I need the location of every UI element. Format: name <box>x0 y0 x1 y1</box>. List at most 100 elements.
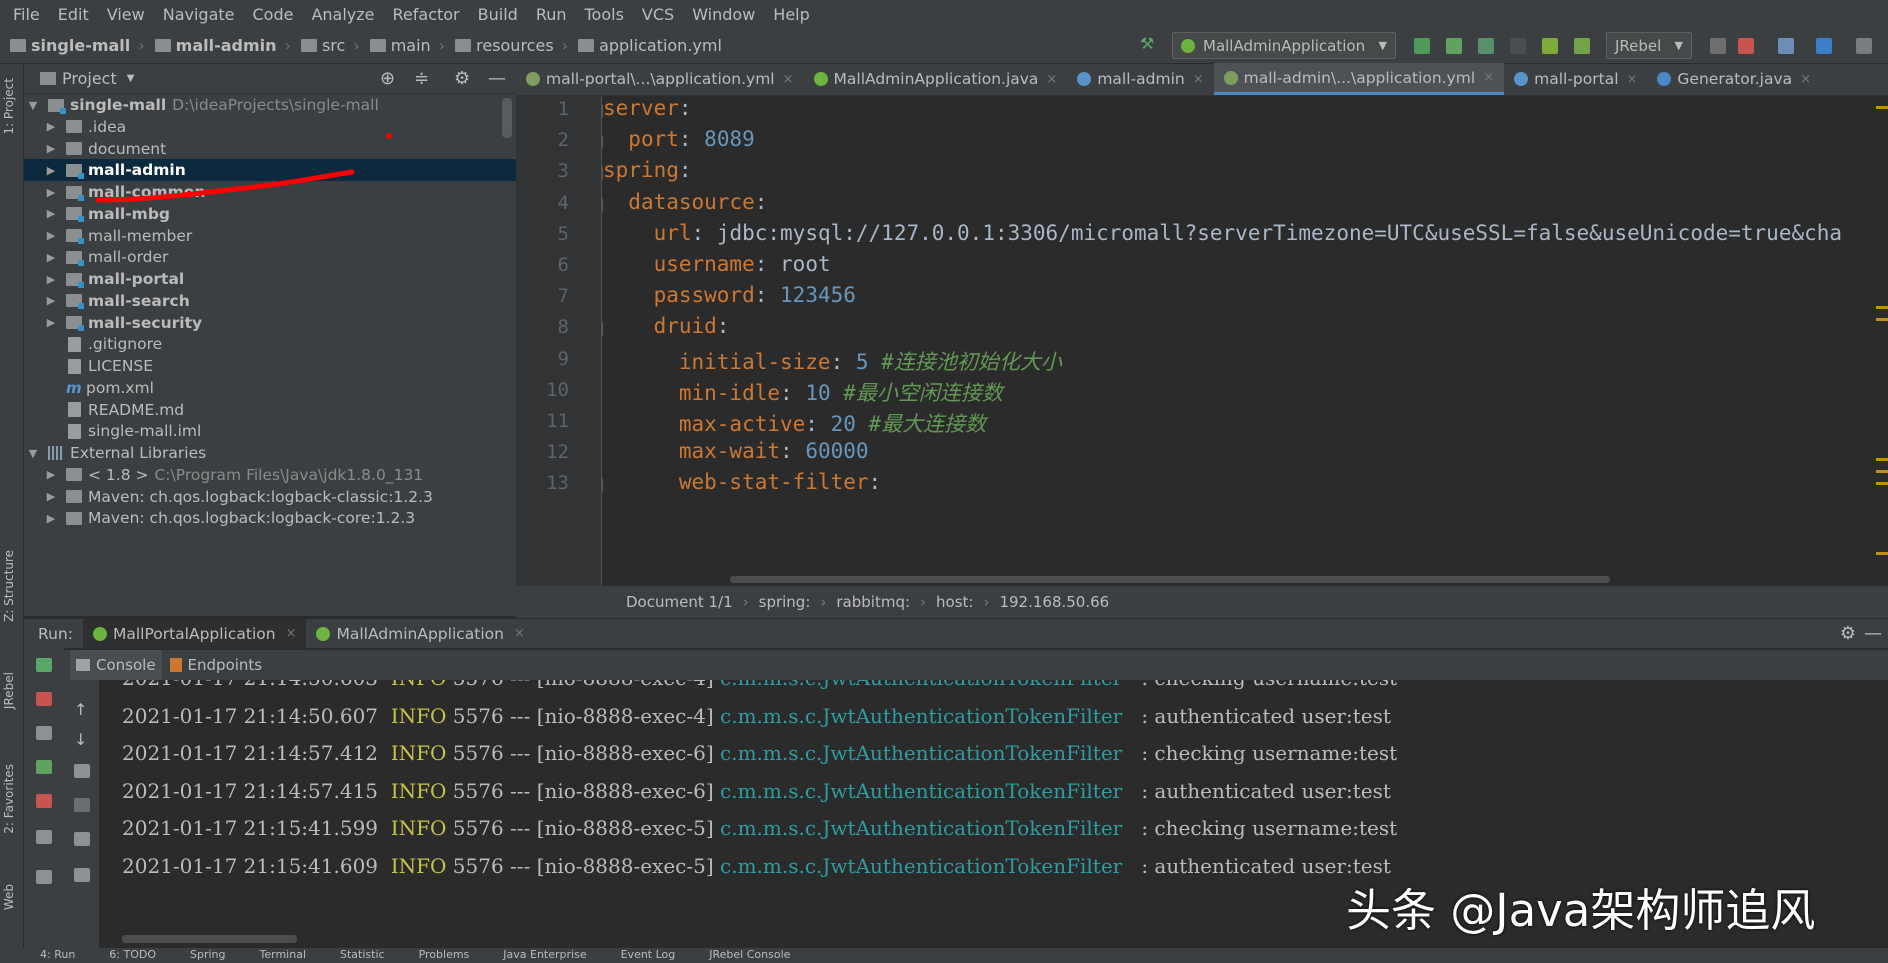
project-view-select[interactable]: Project <box>62 69 117 88</box>
menu-build[interactable]: Build <box>469 5 527 24</box>
jrebel-tool-button[interactable]: JRebel <box>2 672 16 709</box>
menu-code[interactable]: Code <box>244 5 303 24</box>
status-breadcrumb-item[interactable]: host: <box>936 593 973 611</box>
menu-tools[interactable]: Tools <box>576 5 633 24</box>
bottom-tool-tab[interactable]: Java Enterprise <box>503 948 586 961</box>
menu-file[interactable]: File <box>4 5 49 24</box>
search-everywhere-icon[interactable] <box>1856 38 1872 54</box>
minimize-icon[interactable]: — <box>1864 623 1882 644</box>
tree-library-item[interactable]: ▶ Maven: ch.qos.logback:logback-core:1.2.… <box>24 507 516 529</box>
trash-icon[interactable] <box>74 868 90 882</box>
web-tool-button[interactable]: Web <box>2 884 16 910</box>
tree-item[interactable]: ▶ .idea <box>24 116 516 138</box>
editor-tab[interactable]: mall-portal × <box>1504 63 1647 95</box>
editor-tab[interactable]: mall-admin\...\application.yml × <box>1213 63 1505 95</box>
close-icon[interactable]: × <box>514 626 525 641</box>
chevron-down-icon[interactable]: ▼ <box>26 99 40 112</box>
run-configuration-select[interactable]: MallAdminApplication ▼ <box>1172 32 1396 59</box>
status-breadcrumb-item[interactable]: 192.168.50.66 <box>999 593 1109 611</box>
chevron-right-icon[interactable]: ▶ <box>44 316 58 329</box>
editor-tab[interactable]: MallAdminApplication.java × <box>804 63 1068 95</box>
code-editor[interactable]: server: port: 8089 spring: datasource: ur… <box>603 96 1880 586</box>
menu-refactor[interactable]: Refactor <box>384 5 469 24</box>
close-icon[interactable]: × <box>1627 72 1638 87</box>
endpoints-tab[interactable]: Endpoints <box>162 650 271 680</box>
run-tab[interactable]: MallAdminApplication × <box>306 619 534 649</box>
tree-item[interactable]: m pom.xml <box>24 377 516 399</box>
project-structure-icon[interactable] <box>1778 38 1794 54</box>
status-breadcrumb-item[interactable]: Document 1/1 <box>626 593 733 611</box>
breadcrumb-item[interactable]: src › <box>291 36 360 55</box>
menu-navigate[interactable]: Navigate <box>154 5 244 24</box>
chevron-right-icon[interactable]: ▶ <box>44 186 58 199</box>
tree-library-item[interactable]: ▶ < 1.8 > C:\Program Files\Java\jdk1.8.0_1… <box>24 464 516 486</box>
tree-library-item[interactable]: ▶ Maven: ch.qos.logback:logback-classic:1… <box>24 486 516 508</box>
console-tab[interactable]: Console <box>70 650 162 680</box>
rerun-icon[interactable] <box>36 658 52 672</box>
collapse-all-icon[interactable]: ≑ <box>414 68 429 89</box>
gear-icon[interactable]: ⚙ <box>454 68 470 89</box>
chevron-right-icon[interactable]: ▶ <box>44 120 58 133</box>
jrebel-select[interactable]: JRebel ▼ <box>1606 32 1692 59</box>
close-icon[interactable]: × <box>1483 70 1494 85</box>
breadcrumb-item[interactable]: resources › <box>445 36 568 55</box>
breadcrumb-item[interactable]: single-mall › <box>0 36 145 55</box>
chevron-right-icon[interactable]: ▶ <box>44 273 58 286</box>
chevron-right-icon[interactable]: ▶ <box>44 490 58 503</box>
tree-item[interactable]: LICENSE <box>24 355 516 377</box>
menu-view[interactable]: View <box>98 5 154 24</box>
close-icon[interactable]: × <box>286 626 297 641</box>
stop-icon[interactable] <box>36 692 52 706</box>
debug-icon[interactable] <box>36 760 52 774</box>
bottom-tool-tab[interactable]: 4: Run <box>40 948 75 961</box>
down-arrow-icon[interactable]: ↓ <box>74 730 90 749</box>
editor-tab[interactable]: mall-portal\...\application.yml × <box>516 63 804 95</box>
minimize-icon[interactable]: — <box>488 68 506 89</box>
log-class-link[interactable]: c.m.m.s.c.JwtAuthenticationTokenFilter <box>720 741 1122 765</box>
chevron-right-icon[interactable]: ▶ <box>44 207 58 220</box>
tree-item[interactable]: single-mall.iml <box>24 420 516 442</box>
layout-icon[interactable] <box>36 830 52 844</box>
soft-wrap-icon[interactable] <box>74 764 90 778</box>
coverage-icon[interactable] <box>1478 38 1494 54</box>
tree-item[interactable]: ▶ mall-search <box>24 290 516 312</box>
chevron-down-icon[interactable]: ▼ <box>26 447 40 460</box>
breadcrumb-item[interactable]: main › <box>360 36 445 55</box>
chevron-right-icon[interactable]: ▶ <box>44 512 58 525</box>
jrebel-debug-icon[interactable] <box>1574 38 1590 54</box>
debug-stop-icon[interactable] <box>1710 38 1726 54</box>
structure-tool-button[interactable]: Z: Structure <box>2 550 16 622</box>
menu-help[interactable]: Help <box>764 5 818 24</box>
bottom-tool-tab[interactable]: Spring <box>190 948 226 961</box>
breadcrumb-item[interactable]: application.yml <box>568 36 722 55</box>
close-icon[interactable]: × <box>1800 72 1811 87</box>
tree-item[interactable]: .gitignore <box>24 333 516 355</box>
gear-icon[interactable]: ⚙ <box>1840 623 1856 644</box>
run-tab[interactable]: MallPortalApplication × <box>82 618 307 649</box>
login-icon[interactable] <box>36 794 52 808</box>
chevron-right-icon[interactable]: ▶ <box>44 468 58 481</box>
log-class-link[interactable]: c.m.m.s.c.JwtAuthenticationTokenFilter <box>720 779 1122 803</box>
breadcrumb-item[interactable]: mall-admin › <box>145 36 291 55</box>
debug-icon[interactable] <box>1446 38 1462 54</box>
menu-window[interactable]: Window <box>683 5 764 24</box>
chevron-right-icon[interactable]: ▶ <box>44 229 58 242</box>
status-breadcrumb-item[interactable]: rabbitmq: <box>836 593 910 611</box>
console-horizontal-scrollbar[interactable] <box>122 935 297 943</box>
log-class-link[interactable]: c.m.m.s.c.JwtAuthenticationTokenFilter <box>720 704 1122 728</box>
profiler-icon[interactable] <box>1510 38 1526 54</box>
chevron-right-icon[interactable]: ▶ <box>44 164 58 177</box>
menu-vcs[interactable]: VCS <box>633 5 683 24</box>
scroll-to-end-icon[interactable] <box>74 798 90 812</box>
status-breadcrumb-item[interactable]: spring: <box>759 593 811 611</box>
tree-external-libraries[interactable]: ▼ External Libraries <box>24 442 516 464</box>
bottom-tool-tab[interactable]: Statistic <box>340 948 385 961</box>
translate-icon[interactable] <box>1816 38 1832 54</box>
bottom-tool-tab[interactable]: Terminal <box>260 948 307 961</box>
tree-item[interactable]: ▶ mall-member <box>24 225 516 247</box>
tree-root[interactable]: ▼ single-mall D:\ideaProjects\single-mall <box>24 94 516 116</box>
rerun-icon[interactable] <box>1414 38 1430 54</box>
chevron-right-icon[interactable]: ▶ <box>44 294 58 307</box>
bottom-tool-tab[interactable]: 6: TODO <box>109 948 156 961</box>
editor-horizontal-scrollbar[interactable] <box>730 576 1610 583</box>
